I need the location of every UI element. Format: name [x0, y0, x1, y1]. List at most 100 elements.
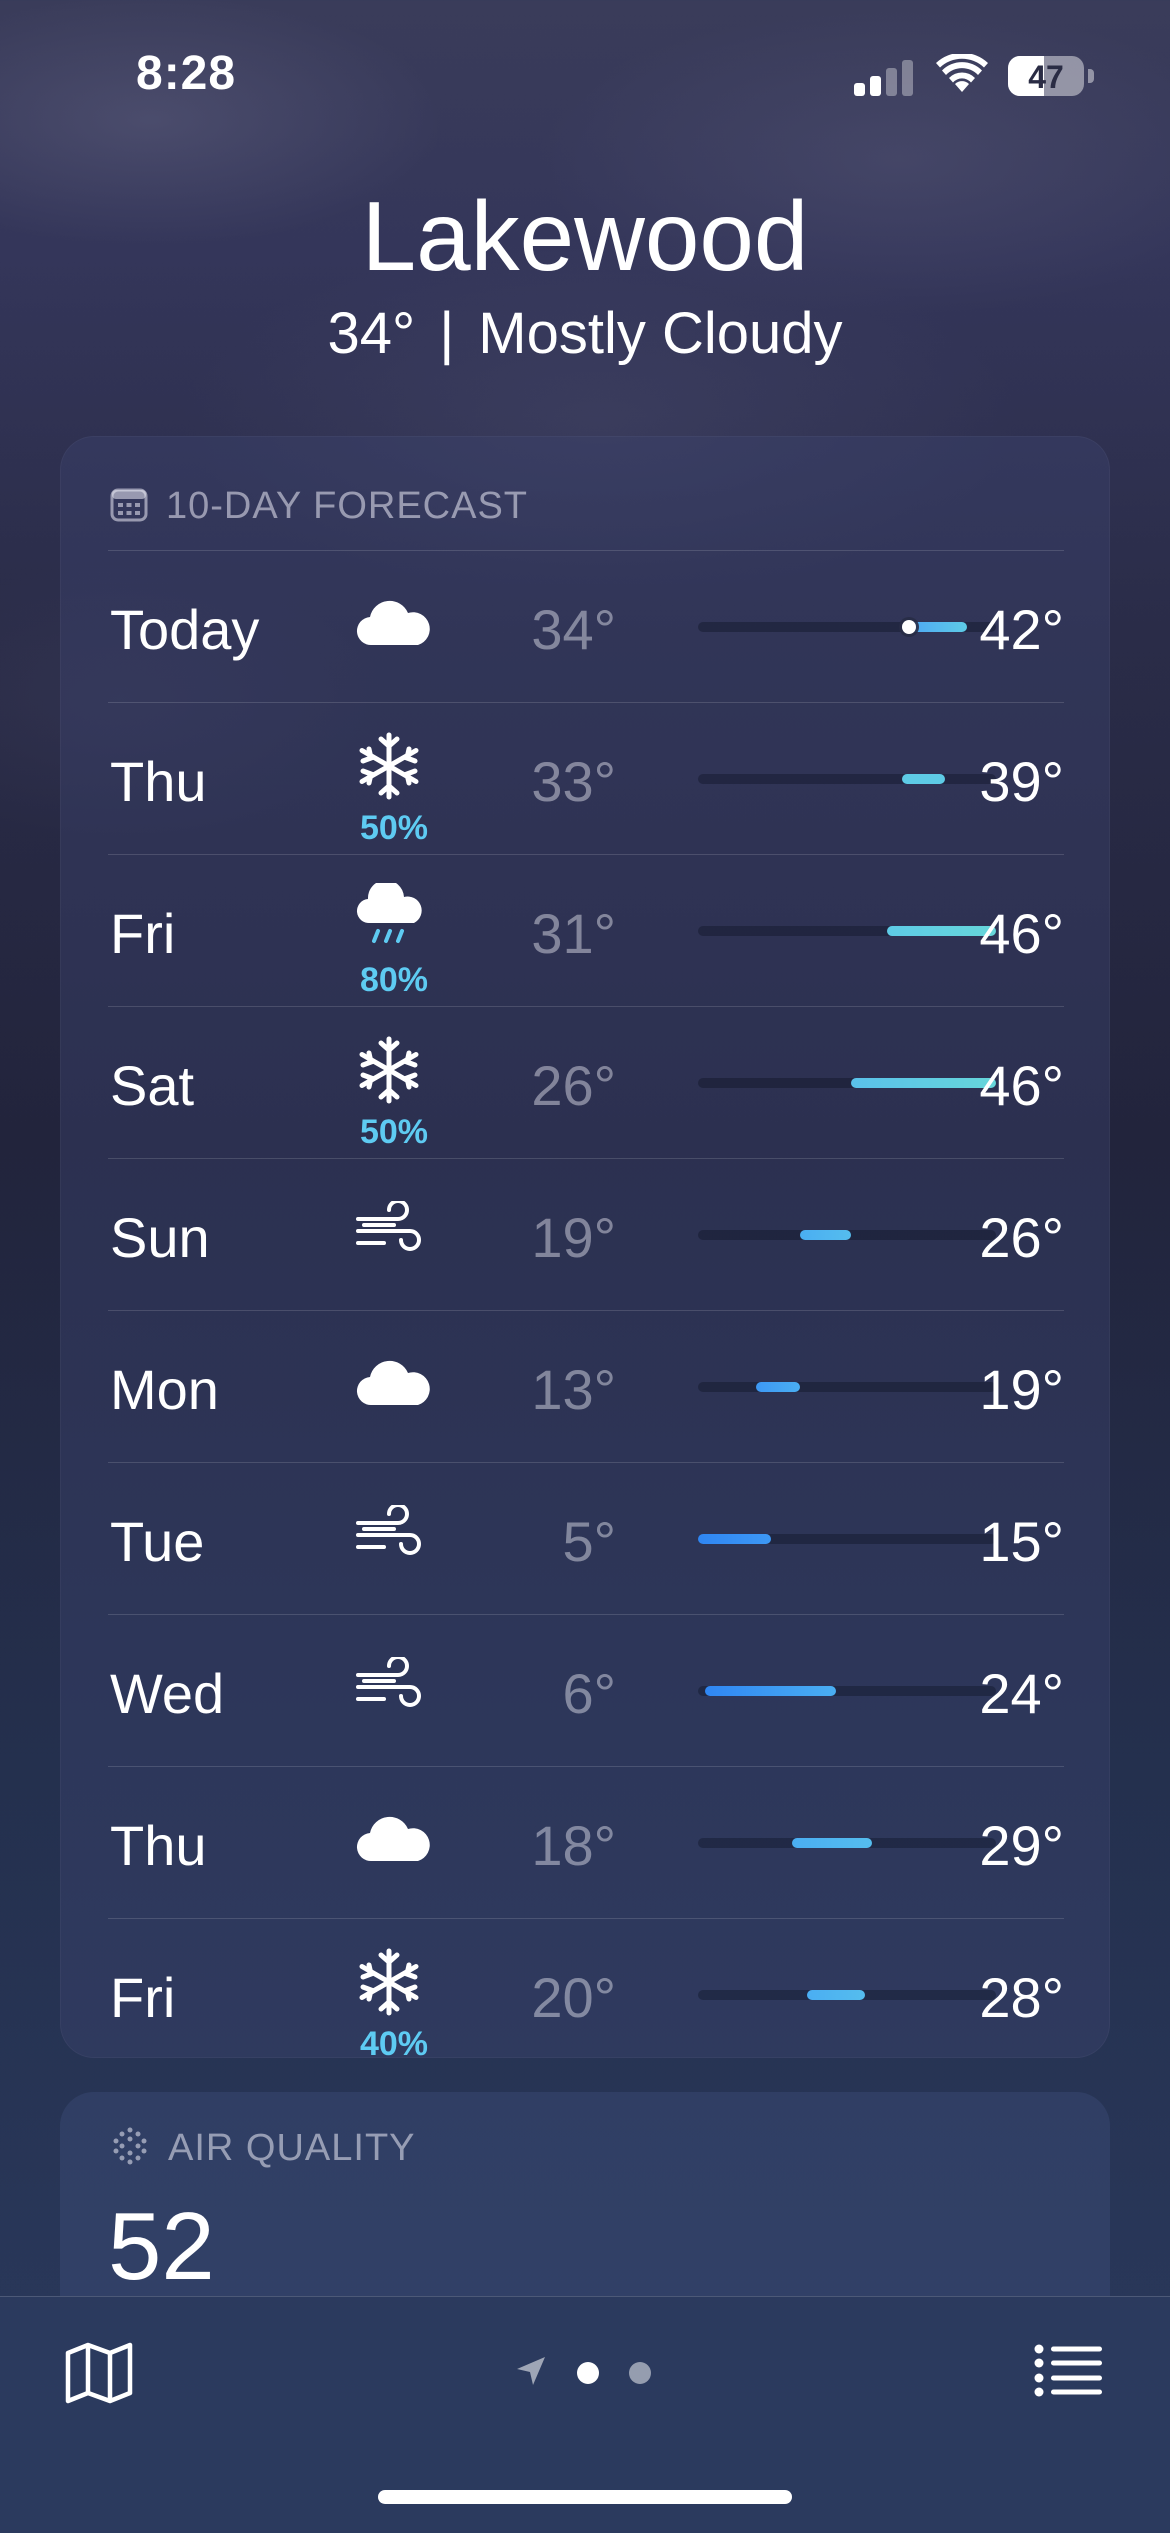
current-conditions: 34° | Mostly Cloudy — [0, 300, 1170, 367]
temp-range-bar — [756, 1382, 800, 1392]
temp-range-track — [698, 1990, 996, 2000]
snowflake-icon: 40% — [344, 1947, 444, 2063]
temp-range-bar — [799, 1230, 851, 1240]
air-quality-header: AIR QUALITY — [110, 2126, 416, 2171]
forecast-header: 10-DAY FORECAST — [110, 476, 528, 536]
temp-range-bar — [850, 1078, 996, 1088]
forecast-day: Fri — [110, 1966, 176, 2029]
temp-range-bar — [792, 1838, 873, 1848]
forecast-row[interactable]: Sun 19° 26° — [108, 1158, 1064, 1310]
temp-range-bar — [705, 1686, 837, 1696]
map-icon[interactable] — [64, 2337, 134, 2407]
temp-range-track — [698, 1534, 996, 1544]
precip-chance: 40% — [359, 2025, 429, 2063]
forecast-title: 10-DAY FORECAST — [166, 484, 529, 527]
low-temp: 6° — [562, 1662, 616, 1725]
separator: | — [439, 301, 455, 366]
calendar-icon — [110, 486, 148, 527]
forecast-row[interactable]: Sat 50% 26° 46° — [108, 1006, 1064, 1158]
low-temp: 34° — [531, 598, 616, 661]
current-condition: Mostly Cloudy — [478, 301, 843, 366]
low-temp: 19° — [531, 1206, 616, 1269]
current-temp: 34° — [327, 301, 416, 366]
wind-icon — [344, 1187, 444, 1287]
high-temp: 26° — [979, 1206, 1064, 1269]
temp-range-track — [698, 926, 996, 936]
forecast-day: Sun — [110, 1206, 210, 1269]
battery-icon: 47 — [1008, 56, 1094, 96]
air-quality-icon — [110, 2126, 150, 2171]
forecast-day: Mon — [110, 1358, 219, 1421]
high-temp: 29° — [979, 1814, 1064, 1877]
forecast-day: Tue — [110, 1510, 205, 1573]
status-time: 8:28 — [136, 47, 237, 100]
location-arrow-icon[interactable] — [515, 2355, 547, 2392]
air-quality-title: AIR QUALITY — [168, 2127, 416, 2169]
forecast-row[interactable]: Today 34° 42° — [108, 550, 1064, 702]
temp-range-bar — [807, 1990, 866, 2000]
temp-range-track — [698, 1382, 996, 1392]
current-temp-marker — [901, 620, 916, 634]
low-temp: 20° — [531, 1966, 616, 2029]
home-indicator[interactable] — [378, 2490, 792, 2504]
wifi-icon — [936, 52, 988, 99]
ten-day-forecast-card[interactable]: 10-DAY FORECAST Today 34° 42° Thu 50% 33° 39° F… — [60, 436, 1110, 2063]
high-temp: 15° — [979, 1510, 1064, 1573]
temp-range-track — [698, 1686, 996, 1696]
temp-range-bar — [908, 622, 967, 632]
temp-range-bar — [901, 774, 946, 784]
cloud-icon — [344, 1339, 444, 1439]
precip-chance: 80% — [359, 961, 429, 999]
page-dot-active[interactable] — [577, 2362, 599, 2384]
wind-icon — [344, 1643, 444, 1743]
snowflake-icon: 50% — [344, 731, 444, 847]
page-indicator[interactable] — [515, 2353, 651, 2393]
high-temp: 19° — [979, 1358, 1064, 1421]
precip-chance: 50% — [359, 809, 429, 847]
forecast-row[interactable]: Wed 6° 24° — [108, 1614, 1064, 1766]
temp-range-track — [698, 774, 996, 784]
forecast-day: Thu — [110, 750, 207, 813]
forecast-day: Sat — [110, 1054, 195, 1117]
temp-range-track — [698, 1078, 996, 1088]
battery-level: 47 — [1028, 59, 1064, 95]
page-dot[interactable] — [629, 2362, 651, 2384]
high-temp: 39° — [979, 750, 1064, 813]
forecast-row[interactable]: Thu 50% 33° 39° — [108, 702, 1064, 854]
snowflake-icon: 50% — [344, 1035, 444, 1151]
forecast-row[interactable]: Tue 5° 15° — [108, 1462, 1064, 1614]
temp-range-track — [698, 1838, 996, 1848]
forecast-row[interactable]: Fri 40% 20° 28° — [108, 1918, 1064, 2070]
forecast-day: Thu — [110, 1814, 207, 1877]
high-temp: 42° — [979, 598, 1064, 661]
temp-range-track — [698, 620, 996, 634]
temp-range-bar — [698, 1534, 771, 1544]
forecast-day: Today — [110, 598, 260, 661]
forecast-list: Today 34° 42° Thu 50% 33° 39° Fri 80% 31° 46° Sat 50… — [108, 550, 1064, 2070]
forecast-row[interactable]: Fri 80% 31° 46° — [108, 854, 1064, 1006]
temp-range-track — [698, 1230, 996, 1240]
list-icon[interactable] — [1034, 2341, 1104, 2401]
low-temp: 5° — [562, 1510, 616, 1573]
low-temp: 13° — [531, 1358, 616, 1421]
precip-chance: 50% — [359, 1113, 429, 1151]
high-temp: 24° — [979, 1662, 1064, 1725]
air-quality-value: 52 — [108, 2193, 215, 2300]
forecast-row[interactable]: Mon 13° 19° — [108, 1310, 1064, 1462]
high-temp: 46° — [979, 1054, 1064, 1117]
forecast-day: Fri — [110, 902, 176, 965]
wind-icon — [344, 1491, 444, 1591]
status-bar: 8:28 47 — [0, 0, 1170, 150]
forecast-row[interactable]: Thu 18° 29° — [108, 1766, 1064, 1918]
low-temp: 33° — [531, 750, 616, 813]
cloud-rain-icon: 80% — [344, 883, 444, 999]
cellular-signal-icon — [854, 56, 914, 96]
city-name: Lakewood — [361, 181, 809, 291]
forecast-day: Wed — [110, 1662, 225, 1725]
high-temp: 46° — [979, 902, 1064, 965]
low-temp: 18° — [531, 1814, 616, 1877]
high-temp: 28° — [979, 1966, 1064, 2029]
cloud-icon — [344, 579, 444, 679]
low-temp: 26° — [531, 1054, 616, 1117]
low-temp: 31° — [531, 902, 616, 965]
